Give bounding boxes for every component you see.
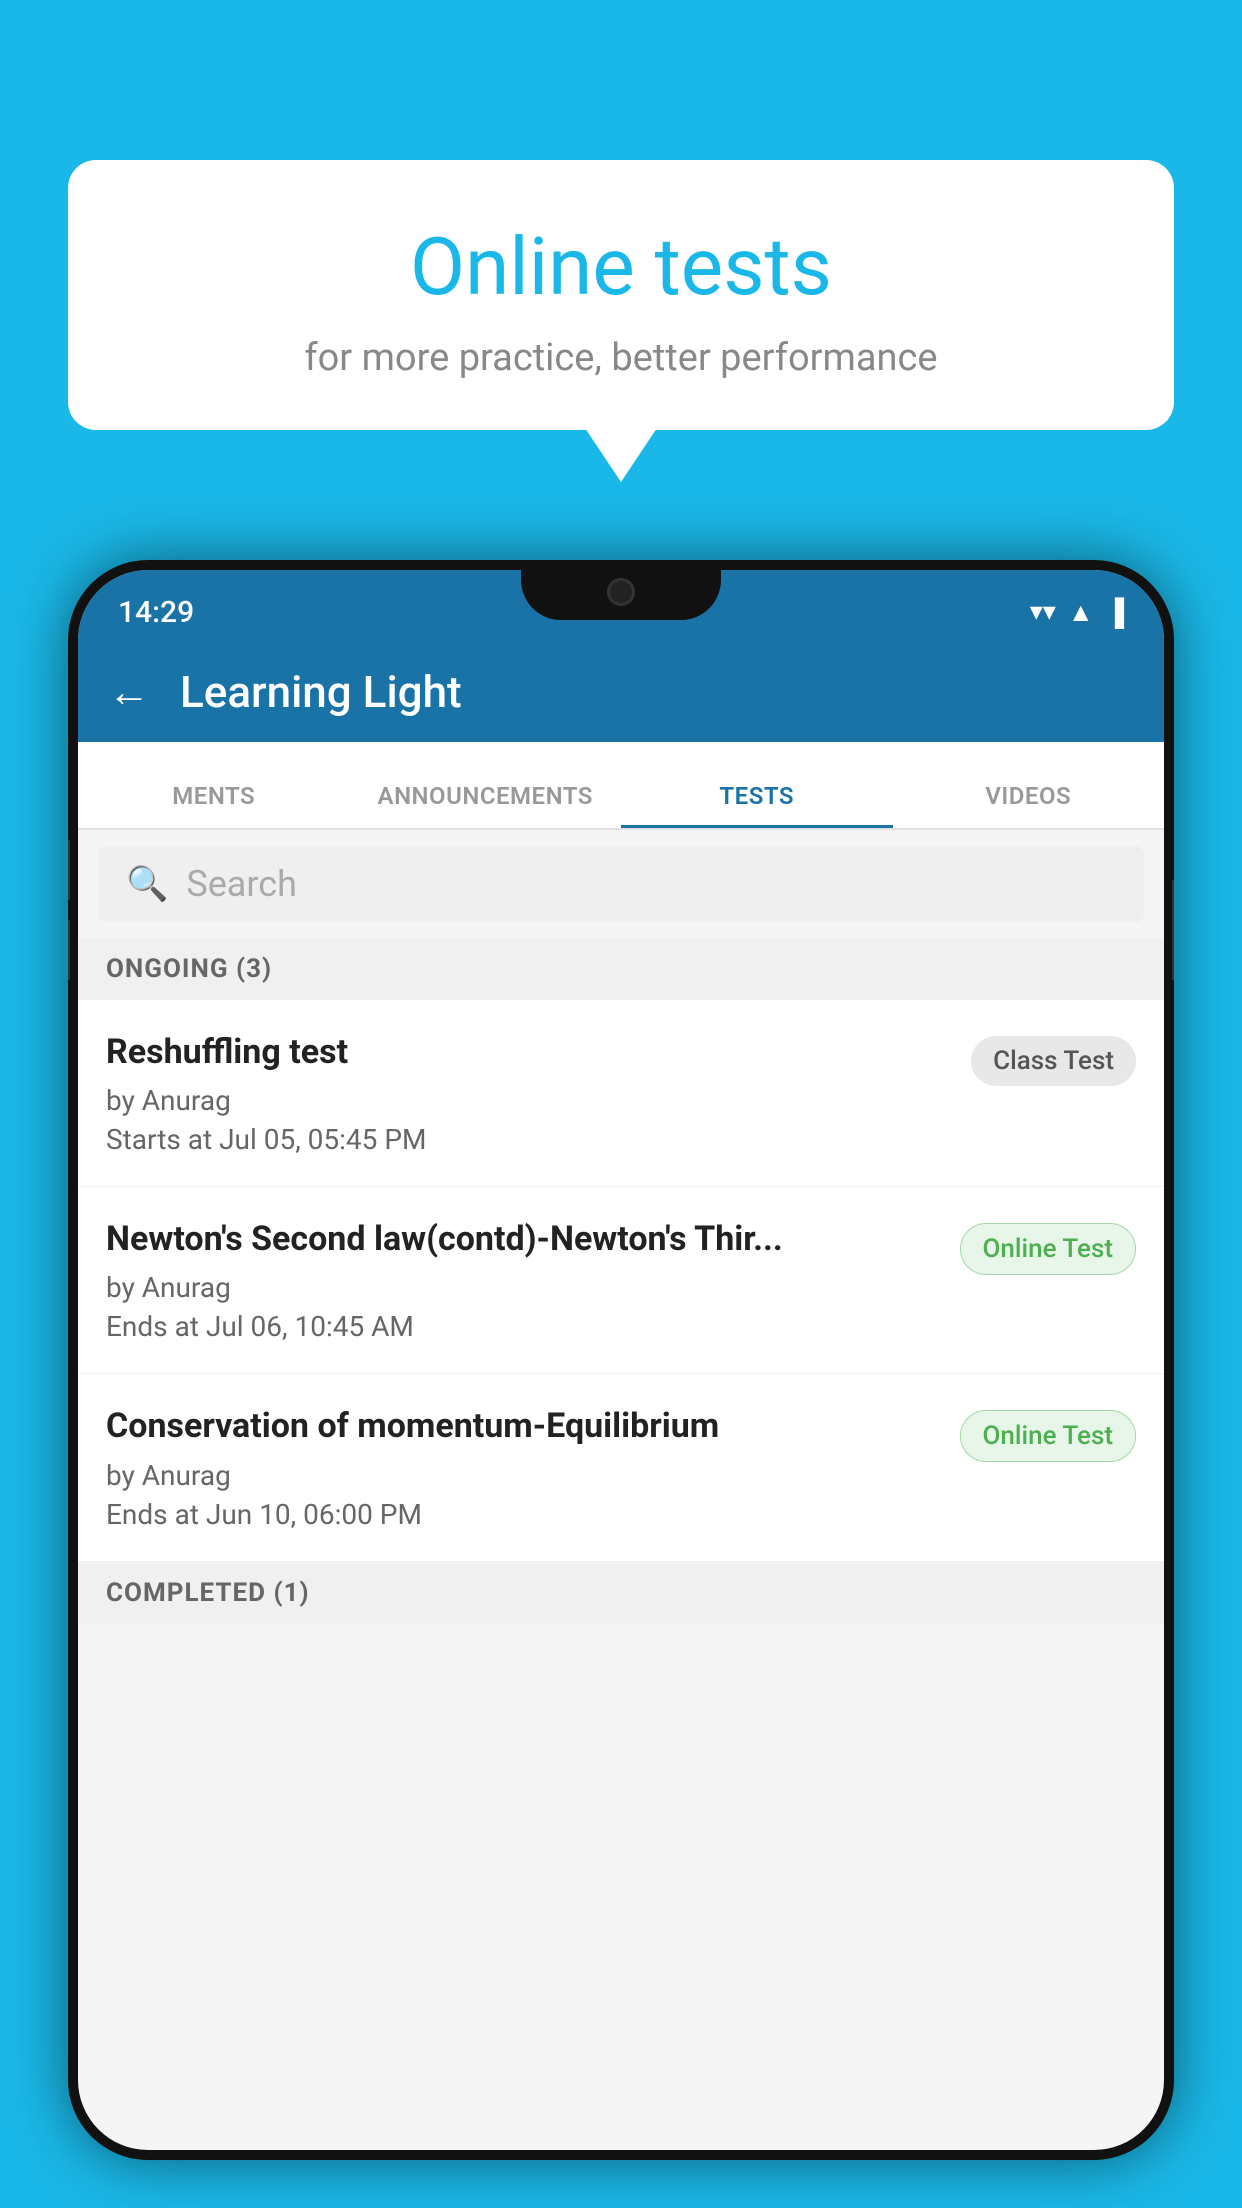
status-icons: ▾▾ ▲ ▐ [1030, 597, 1124, 628]
test-item-1[interactable]: Reshuffling test by Anurag Starts at Jul… [78, 1000, 1164, 1187]
speech-bubble: Online tests for more practice, better p… [68, 160, 1174, 430]
test-name-2: Newton's Second law(contd)-Newton's Thir… [106, 1217, 940, 1261]
test-info-3: Conservation of momentum-Equilibrium by … [106, 1404, 960, 1530]
power-button [1172, 880, 1174, 980]
search-input[interactable]: Search [186, 863, 297, 905]
status-time: 14:29 [118, 595, 194, 630]
phone-notch [521, 560, 721, 620]
search-bar[interactable]: 🔍 Search [98, 846, 1144, 922]
wifi-icon: ▾▾ [1030, 597, 1056, 627]
search-icon: 🔍 [126, 864, 168, 904]
bubble-subtitle: for more practice, better performance [118, 336, 1124, 380]
completed-section-header: COMPLETED (1) [78, 1562, 1164, 1624]
test-item-3[interactable]: Conservation of momentum-Equilibrium by … [78, 1374, 1164, 1561]
test-author-1: by Anurag [106, 1084, 951, 1117]
test-info-2: Newton's Second law(contd)-Newton's Thir… [106, 1217, 960, 1343]
test-name-3: Conservation of momentum-Equilibrium [106, 1404, 940, 1448]
test-time-1: Starts at Jul 05, 05:45 PM [106, 1123, 951, 1156]
tabs-bar: MENTS ANNOUNCEMENTS TESTS VIDEOS [78, 742, 1164, 830]
battery-icon: ▐ [1106, 597, 1124, 628]
bubble-title: Online tests [118, 220, 1124, 314]
tab-announcements[interactable]: ANNOUNCEMENTS [350, 782, 622, 828]
camera-icon [607, 578, 635, 606]
phone-frame: 14:29 ▾▾ ▲ ▐ ← Learning Light MENTS ANNO… [68, 560, 1174, 2160]
signal-icon: ▲ [1068, 597, 1094, 628]
tab-ments[interactable]: MENTS [78, 782, 350, 828]
back-button[interactable]: ← [108, 668, 150, 717]
test-name-1: Reshuffling test [106, 1030, 951, 1074]
test-time-2: Ends at Jul 06, 10:45 AM [106, 1310, 940, 1343]
test-author-3: by Anurag [106, 1459, 940, 1492]
test-badge-1: Class Test [971, 1036, 1136, 1086]
volume-down-button [68, 920, 70, 980]
test-time-3: Ends at Jun 10, 06:00 PM [106, 1498, 940, 1531]
test-badge-3: Online Test [960, 1410, 1137, 1462]
tab-tests[interactable]: TESTS [621, 782, 893, 828]
test-author-2: by Anurag [106, 1271, 940, 1304]
tab-videos[interactable]: VIDEOS [893, 782, 1165, 828]
app-bar: ← Learning Light [78, 642, 1164, 742]
app-title: Learning Light [180, 666, 462, 718]
test-item-2[interactable]: Newton's Second law(contd)-Newton's Thir… [78, 1187, 1164, 1374]
test-info-1: Reshuffling test by Anurag Starts at Jul… [106, 1030, 971, 1156]
ongoing-section-header: ONGOING (3) [78, 938, 1164, 1000]
test-badge-2: Online Test [960, 1223, 1137, 1275]
volume-up-button [68, 840, 70, 900]
phone-screen: 14:29 ▾▾ ▲ ▐ ← Learning Light MENTS ANNO… [78, 570, 1164, 2150]
